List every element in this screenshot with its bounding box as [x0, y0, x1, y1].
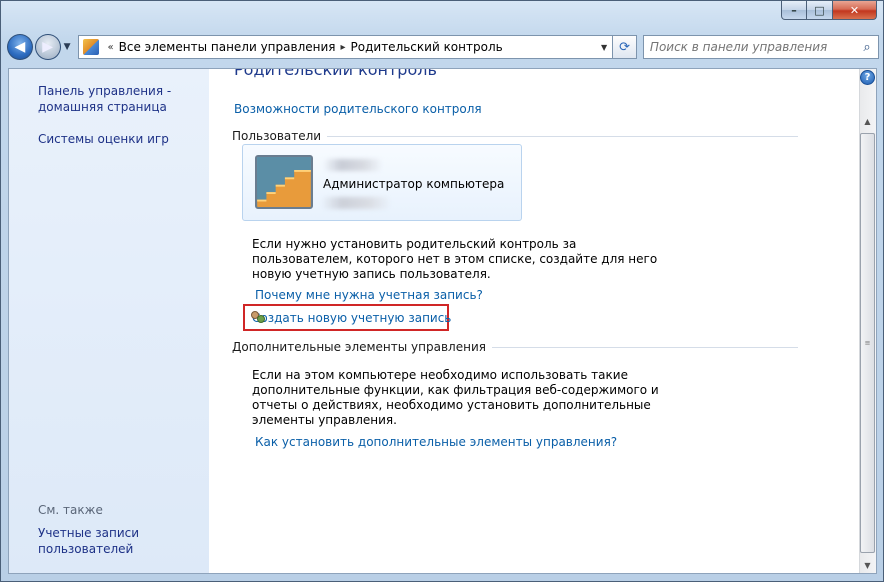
- forward-button[interactable]: ▶: [34, 34, 61, 60]
- help-icon[interactable]: ?: [860, 70, 875, 85]
- refresh-button[interactable]: ⟳: [613, 35, 637, 59]
- search-box[interactable]: ⌕: [642, 35, 879, 59]
- stairs-avatar-icon: [257, 157, 311, 207]
- game-ratings-link[interactable]: Системы оценки игр: [38, 131, 169, 147]
- close-button[interactable]: ✕: [833, 1, 877, 20]
- grip-icon: ≡: [864, 339, 871, 347]
- content-area: Панель управления - домашняя страница Си…: [8, 68, 877, 574]
- recent-pages-dropdown[interactable]: ▼: [64, 42, 74, 52]
- navigation-bar: ◀ ▶ ▼ « Все элементы панели управления ▸…: [7, 32, 879, 62]
- refresh-icon: ⟳: [619, 39, 630, 55]
- minimize-button[interactable]: –: [781, 1, 807, 20]
- create-account-link[interactable]: Создать новую учетную запись: [243, 304, 452, 331]
- back-button[interactable]: ◀: [7, 34, 33, 60]
- control-panel-home-link[interactable]: Панель управления - домашняя страница: [38, 83, 171, 115]
- install-additional-controls-link[interactable]: Как установить дополнительные элементы у…: [255, 435, 617, 449]
- additional-controls-info-text: Если на этом компьютере необходимо испол…: [252, 368, 659, 427]
- address-overflow-chevron[interactable]: «: [108, 42, 114, 53]
- additional-controls-heading: Дополнительные элементы управления: [232, 340, 798, 354]
- control-panel-icon: [82, 39, 99, 55]
- breadcrumb-separator-icon[interactable]: ▸: [340, 42, 345, 53]
- user-account-tile[interactable]: Администратор компьютера: [242, 144, 522, 221]
- vertical-scrollbar[interactable]: ? ▲ ≡ ▼: [859, 69, 876, 573]
- arrow-right-icon: ▶: [42, 39, 54, 55]
- scroll-up-icon[interactable]: ▲: [859, 113, 876, 130]
- task-pane: Панель управления - домашняя страница Си…: [9, 69, 209, 573]
- address-bar[interactable]: « Все элементы панели управления ▸ Родит…: [77, 35, 614, 59]
- arrow-left-icon: ◀: [14, 39, 26, 55]
- redacted-user-info: [321, 197, 391, 209]
- control-panel-window: – □ ✕ ◀ ▶ ▼ « Все элементы панели управл…: [0, 0, 884, 582]
- scroll-down-icon[interactable]: ▼: [859, 557, 876, 573]
- create-account-link-label: Создать новую учетную запись: [252, 310, 452, 325]
- maximize-button[interactable]: □: [807, 1, 833, 20]
- new-account-info-text: Если нужно установить родительский контр…: [252, 237, 658, 281]
- section-divider: [491, 346, 798, 348]
- page-title: Родительский контроль: [234, 68, 437, 79]
- main-pane: Родительский контроль Возможности родите…: [209, 68, 860, 573]
- breadcrumb-all-items[interactable]: Все элементы панели управления: [119, 40, 336, 54]
- search-icon[interactable]: ⌕: [856, 40, 878, 55]
- users-section-heading: Пользователи: [232, 129, 798, 143]
- see-also-heading: См. также: [38, 503, 103, 517]
- caption-buttons: – □ ✕: [781, 1, 877, 21]
- why-account-needed-link[interactable]: Почему мне нужна учетная запись?: [255, 288, 483, 302]
- redacted-user-name: [323, 159, 383, 171]
- user-avatar: [255, 155, 313, 209]
- user-account-type: Администратор компьютера: [323, 177, 505, 191]
- address-dropdown-icon[interactable]: ▼: [596, 43, 612, 52]
- user-accounts-link[interactable]: Учетные записи пользователей: [38, 525, 139, 557]
- section-divider: [327, 135, 798, 137]
- search-input[interactable]: [643, 40, 856, 54]
- scroll-thumb[interactable]: ≡: [860, 133, 875, 553]
- parental-controls-features-link[interactable]: Возможности родительского контроля: [234, 102, 482, 116]
- breadcrumb-parental-controls[interactable]: Родительский контроль: [351, 40, 503, 54]
